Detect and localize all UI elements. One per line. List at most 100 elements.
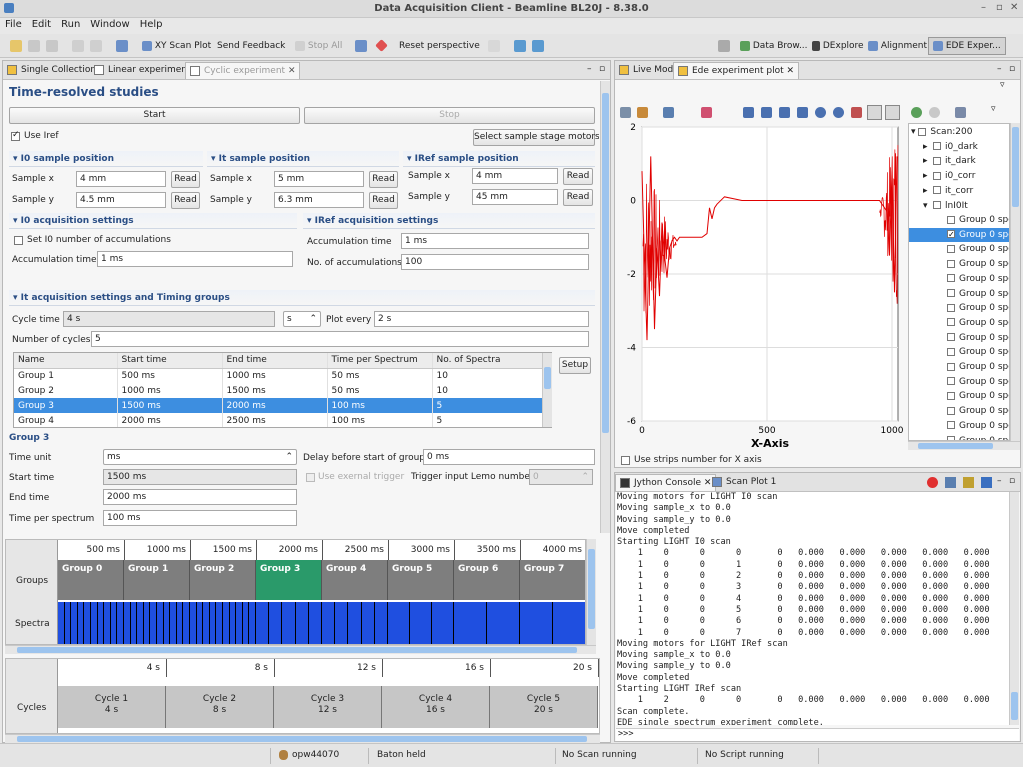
spectrum-bar[interactable] — [137, 602, 144, 644]
select-sample-stage-motors-button[interactable]: Select sample stage motors — [473, 129, 599, 146]
spectrum-bar[interactable] — [157, 602, 164, 644]
use-strips-checkbox[interactable] — [621, 456, 630, 465]
tree-group-item[interactable]: Group 0 spe — [909, 345, 1009, 360]
spectrum-bar[interactable] — [249, 602, 256, 644]
cycle-block-4[interactable]: Cycle 4 16 s — [382, 686, 490, 728]
tree-item-i0_corr[interactable]: ▸ i0_corr — [923, 169, 975, 184]
it-sample-position-header[interactable]: ▾ It sample position — [207, 151, 399, 167]
spectrum-bar[interactable] — [223, 602, 230, 644]
minimize-console-icon[interactable]: – — [997, 476, 1002, 486]
status-baton[interactable]: Baton held — [377, 750, 426, 760]
timeline-group-6[interactable]: Group 6 — [454, 560, 520, 600]
tree-group-item[interactable]: Group 0 spe — [909, 257, 1009, 272]
tree-group-item[interactable]: Group 0 spe — [909, 287, 1009, 302]
iref-acquisition-header[interactable]: ▾ IRef acquisition settings — [303, 213, 595, 229]
num-cycles-input[interactable]: 5 — [91, 331, 589, 347]
tree-group-checkbox[interactable] — [947, 391, 955, 400]
perspective-ede[interactable]: EDE Exper... — [928, 37, 1006, 55]
expand-icon[interactable]: ▸ — [923, 140, 933, 155]
form-scrollbar[interactable] — [600, 81, 610, 533]
col-num-spectra[interactable]: No. of Spectra — [432, 353, 551, 369]
tree-group-item[interactable]: ✓ Group 0 spe — [909, 227, 1009, 243]
spectrum-bar[interactable] — [282, 602, 296, 644]
it-x-input[interactable]: 5 mm — [274, 171, 364, 187]
i0-y-read-button[interactable]: Read — [171, 192, 200, 209]
spectrum-bar[interactable] — [58, 602, 65, 644]
tree-item-i0_dark[interactable]: ▸ i0_dark — [923, 140, 978, 155]
save-icon[interactable] — [28, 38, 40, 54]
start-time-input[interactable]: 1500 ms — [103, 469, 297, 485]
tree-group-checkbox[interactable]: ✓ — [947, 230, 955, 239]
spectrum-bar[interactable] — [183, 602, 190, 644]
spectrum-bar[interactable] — [335, 602, 349, 644]
spectrum-bar[interactable] — [309, 602, 322, 644]
tree-group-item[interactable]: Group 0 spe — [909, 404, 1009, 419]
tree-checkbox[interactable] — [933, 171, 941, 180]
spectrum-bar[interactable] — [177, 602, 184, 644]
i0-x-read-button[interactable]: Read — [171, 171, 200, 188]
tab-ede-experiment-plot[interactable]: Ede experiment plot ✕ — [673, 62, 800, 79]
tree-vscroll[interactable] — [1010, 123, 1020, 441]
spectrum-bar[interactable] — [91, 602, 98, 644]
stop-all-button[interactable]: Stop All — [295, 38, 342, 54]
minimize-plot-icon[interactable]: – — [997, 64, 1002, 74]
select-tool-icon[interactable] — [885, 105, 900, 120]
tab-jython-console[interactable]: Jython Console ✕ — [615, 474, 717, 491]
zoom-fit-icon[interactable] — [797, 107, 808, 118]
stop-script-icon[interactable] — [927, 477, 938, 488]
refresh-disabled-icon[interactable] — [929, 107, 940, 118]
menu-file[interactable]: File — [0, 18, 27, 31]
iref-y-input[interactable]: 45 mm — [472, 189, 558, 205]
expand-icon[interactable]: ▸ — [923, 184, 933, 199]
zoom-y-icon[interactable] — [779, 107, 790, 118]
stop-button[interactable]: Stop — [304, 107, 595, 124]
console-output[interactable]: Moving motors for LIGHT I0 scan Moving sa… — [616, 492, 1009, 725]
iref-x-read-button[interactable]: Read — [563, 168, 593, 185]
spectrum-bar[interactable] — [170, 602, 177, 644]
axes-icon[interactable] — [663, 107, 674, 118]
menu-window[interactable]: Window — [85, 18, 134, 31]
spectrum-bar[interactable] — [78, 602, 85, 644]
tree-hscroll[interactable] — [908, 441, 1020, 450]
maximize-view-icon[interactable]: ▫ — [599, 64, 605, 74]
tree-group-checkbox[interactable] — [947, 362, 955, 371]
col-start-time[interactable]: Start time — [117, 353, 223, 369]
spectrum-bar[interactable] — [164, 602, 171, 644]
spectrum-bar[interactable] — [348, 602, 362, 644]
tree-menu-icon[interactable]: ▿ — [991, 104, 996, 114]
expand-icon[interactable]: ▸ — [923, 169, 933, 184]
spectrum-bar[interactable] — [388, 602, 410, 644]
tree-checkbox[interactable] — [933, 156, 941, 165]
view-menu-icon[interactable]: ▿ — [1000, 80, 1005, 90]
iref-sample-position-header[interactable]: ▾ IRef sample position — [403, 151, 595, 167]
redo-icon[interactable] — [90, 38, 102, 54]
close-icon[interactable]: ✕ — [1010, 2, 1018, 13]
tab-single-collection[interactable]: Single Collection — [3, 62, 100, 79]
spectrum-bar[interactable] — [216, 602, 223, 644]
zoom-out-icon[interactable] — [833, 107, 844, 118]
spectrum-bar[interactable] — [104, 602, 111, 644]
tree-group-checkbox[interactable] — [947, 377, 955, 386]
table-row[interactable]: Group 2 1000 ms 1500 ms 50 ms 10 — [14, 383, 551, 398]
cycle-block-3[interactable]: Cycle 3 12 s — [274, 686, 382, 728]
tree-checkbox[interactable] — [933, 142, 941, 151]
cycle-time-unit-select[interactable]: s ⌃ — [283, 311, 321, 327]
open-perspective-icon[interactable] — [718, 38, 730, 54]
timeline-vscroll[interactable] — [586, 539, 596, 645]
iref-acc-time-input[interactable]: 1 ms — [401, 233, 589, 249]
pointer-icon[interactable] — [867, 105, 882, 120]
table-row[interactable]: Group 4 2000 ms 2500 ms 100 ms 5 — [14, 413, 551, 427]
tree-group-checkbox[interactable] — [947, 303, 955, 312]
tree-root[interactable]: ▾ Scan:200 — [911, 125, 972, 140]
spectrum-bar[interactable] — [236, 602, 243, 644]
i0-acc-time-input[interactable]: 1 ms — [97, 251, 293, 267]
tree-group-checkbox[interactable] — [947, 244, 955, 253]
use-iref-checkbox[interactable]: ✓ — [11, 130, 20, 141]
spectrum-bar[interactable] — [197, 602, 204, 644]
minimize-icon[interactable]: – — [981, 2, 986, 13]
tree-item-lnI0It[interactable]: ▾ lnI0It — [923, 199, 968, 214]
spectrum-bar[interactable] — [111, 602, 118, 644]
diamond-icon[interactable] — [375, 38, 388, 54]
col-time-per-spectrum[interactable]: Time per Spectrum — [327, 353, 433, 369]
color-icon[interactable] — [701, 107, 712, 118]
